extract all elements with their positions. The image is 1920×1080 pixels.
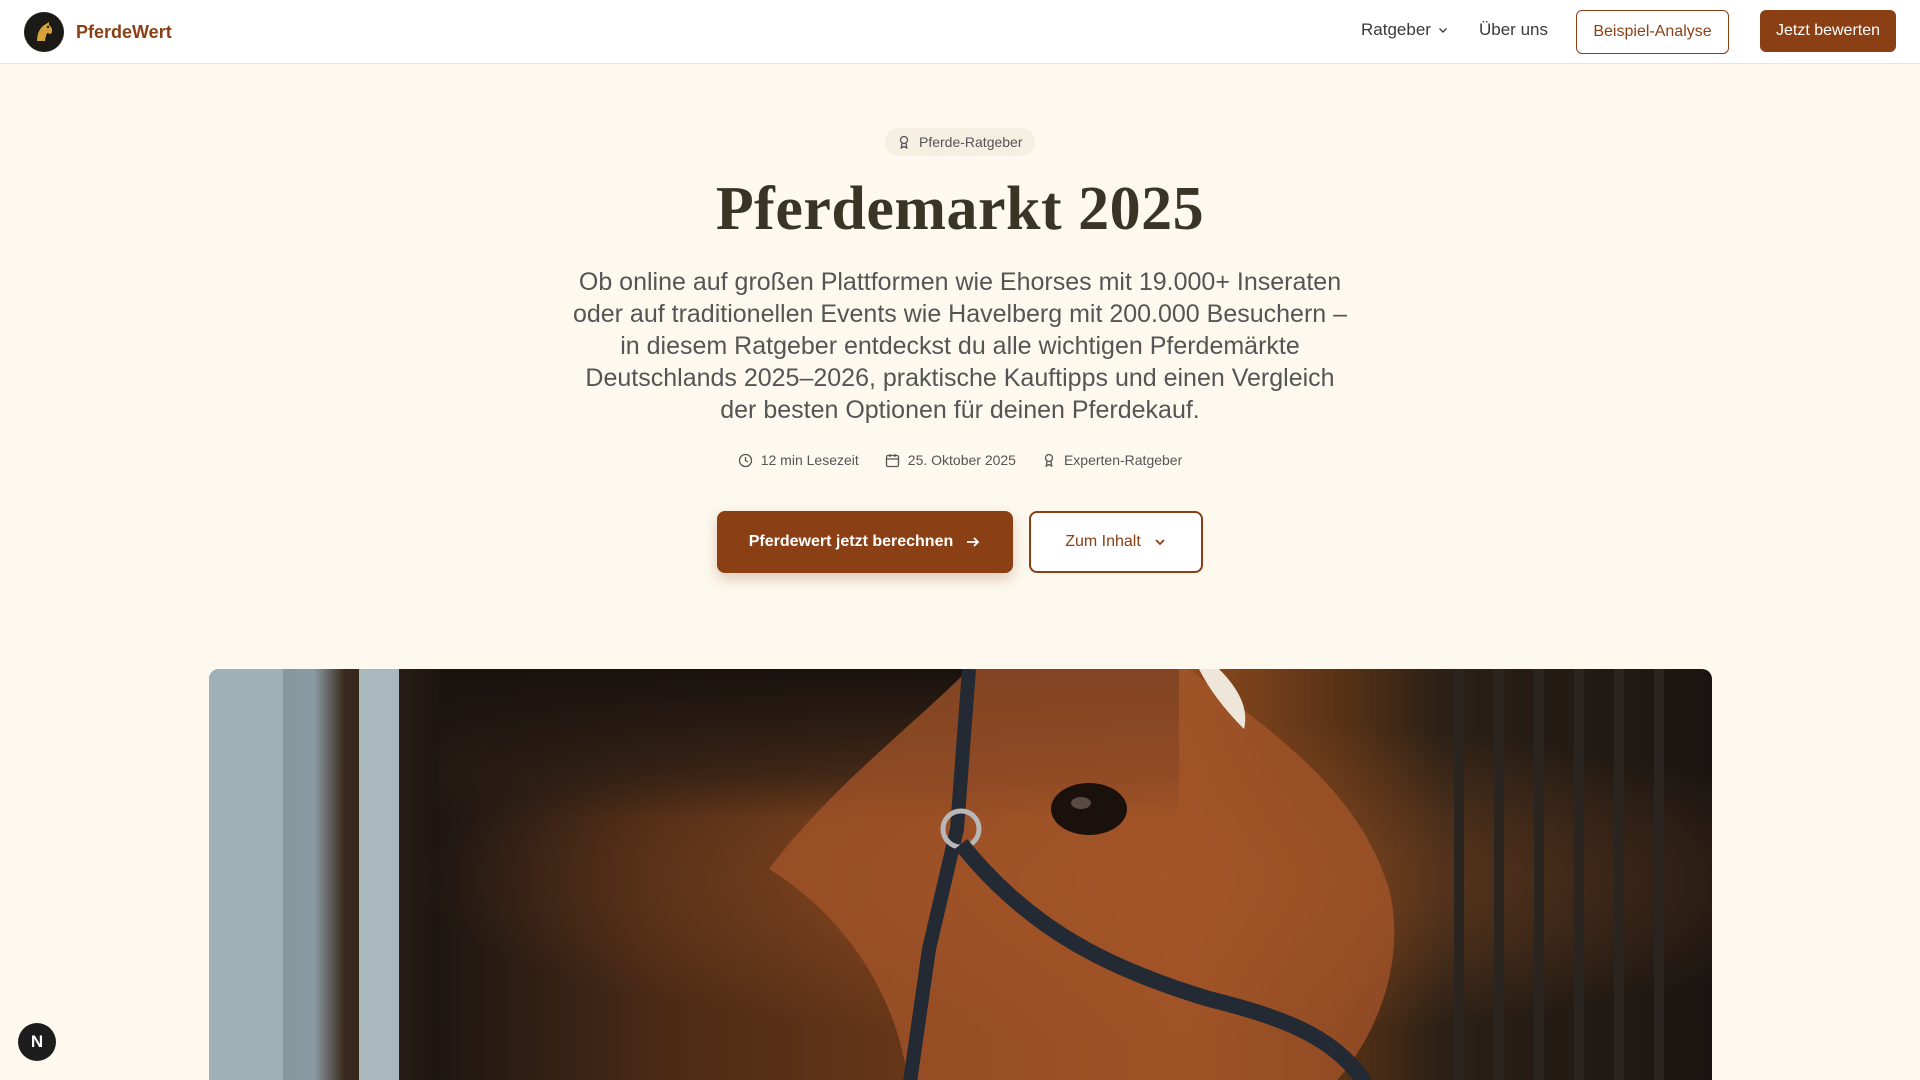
article-category-label: Experten-Ratgeber — [1063, 452, 1183, 468]
award-icon — [1042, 453, 1056, 467]
rate-now-label: Jetzt bewerten — [1775, 22, 1881, 39]
rate-now-button[interactable]: Jetzt bewerten — [1760, 10, 1896, 52]
calculate-value-label: Pferdewert jetzt berechnen — [748, 533, 954, 550]
chevron-down-icon — [1153, 535, 1167, 549]
category-badge: Pferde-Ratgeber — [885, 128, 1035, 156]
nav-ueber-uns[interactable]: Über uns — [1479, 20, 1548, 40]
brand-name: PferdeWert — [76, 21, 172, 42]
floating-n-badge[interactable]: N — [18, 1023, 56, 1061]
article-category: Experten-Ratgeber — [1042, 452, 1182, 468]
reading-time: 12 min Lesezeit — [738, 452, 859, 468]
horse-illustration — [209, 669, 1664, 1080]
publish-date: 25. Oktober 2025 — [885, 452, 1016, 468]
horse-head-logo-icon — [24, 12, 64, 52]
page-title: Pferdemarkt 2025 — [715, 175, 1205, 243]
category-badge-label: Pferde-Ratgeber — [919, 134, 1023, 150]
sample-analysis-label: Beispiel-Analyse — [1593, 23, 1712, 40]
sample-analysis-button[interactable]: Beispiel-Analyse — [1576, 10, 1729, 54]
calendar-icon — [885, 453, 900, 468]
horse-photo — [209, 669, 1712, 1080]
reading-time-label: 12 min Lesezeit — [760, 452, 859, 468]
clock-icon — [738, 453, 753, 468]
site-header: PferdeWert Ratgeber Über uns Beispiel-An… — [0, 0, 1920, 64]
floating-n-badge-label: N — [30, 1032, 44, 1051]
award-icon — [897, 135, 911, 149]
article-meta: 12 min Lesezeit 25. Oktober 2025 Experte… — [0, 452, 1920, 468]
nav-ratgeber[interactable]: Ratgeber — [1361, 20, 1449, 40]
nav-ueber-uns-label: Über uns — [1479, 20, 1548, 39]
publish-date-label: 25. Oktober 2025 — [907, 452, 1016, 468]
brand[interactable]: PferdeWert — [24, 12, 172, 52]
arrow-right-icon — [965, 534, 981, 550]
chevron-down-icon — [1437, 24, 1449, 36]
intro-text: Ob online auf großen Plattformen wie Eho… — [572, 268, 1348, 424]
jump-to-content-button[interactable]: Zum Inhalt — [1029, 511, 1203, 573]
nav-ratgeber-label: Ratgeber — [1361, 20, 1431, 39]
jump-to-content-label: Zum Inhalt — [1065, 533, 1141, 550]
calculate-value-button[interactable]: Pferdewert jetzt berechnen — [717, 511, 1013, 573]
